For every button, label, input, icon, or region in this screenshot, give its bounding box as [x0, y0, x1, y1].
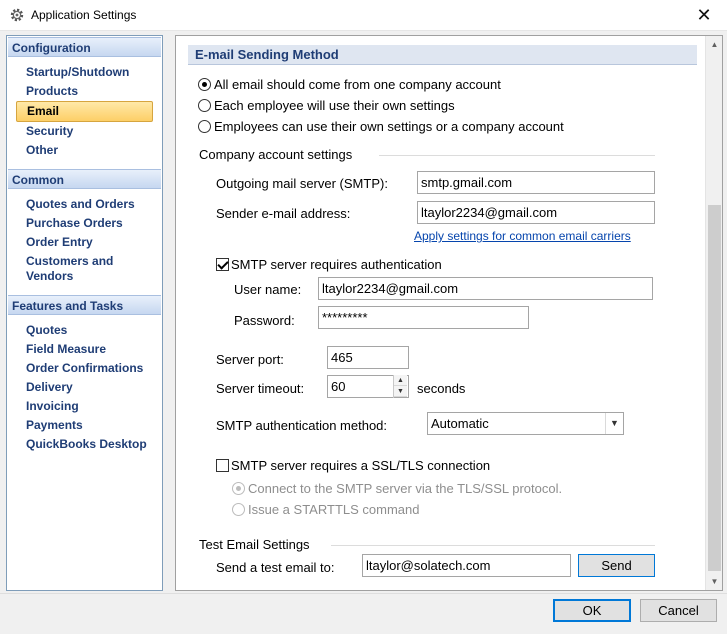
timeout-spinner[interactable]: ▲ ▼: [393, 375, 407, 398]
smtp-auth-checkbox-row[interactable]: SMTP server requires authentication: [216, 255, 442, 273]
sidebar-item-purchase-orders[interactable]: Purchase Orders: [16, 214, 153, 233]
sidebar-item-field-measure[interactable]: Field Measure: [16, 340, 153, 359]
sidebar-item-payments[interactable]: Payments: [16, 416, 153, 435]
sidebar-item-products[interactable]: Products: [16, 82, 153, 101]
send-button[interactable]: Send: [578, 554, 655, 577]
username-input[interactable]: ltaylor2234@gmail.com: [318, 277, 653, 300]
settings-window: Configuration Startup/Shutdown Products …: [0, 31, 727, 634]
sidebar-item-startup-shutdown[interactable]: Startup/Shutdown: [16, 63, 153, 82]
group-divider: [331, 545, 655, 546]
cancel-button[interactable]: Cancel: [640, 599, 717, 622]
sidebar-item-order-confirmations[interactable]: Order Confirmations: [16, 359, 153, 378]
footer-divider: [0, 593, 727, 594]
auth-method-label: SMTP authentication method:: [216, 418, 388, 433]
radio-button[interactable]: [198, 119, 211, 133]
sidebar-item-quickbooks-desktop[interactable]: QuickBooks Desktop: [16, 435, 153, 454]
spin-down-icon[interactable]: ▼: [394, 386, 407, 397]
sender-email-input[interactable]: ltaylor2234@gmail.com: [417, 201, 655, 224]
radio-tls-ssl-protocol[interactable]: Connect to the SMTP server via the TLS/S…: [232, 479, 562, 497]
sidebar-group-header-configuration[interactable]: Configuration: [8, 37, 161, 57]
email-settings-scroll-area: E-mail Sending Method All email should c…: [176, 36, 706, 590]
vertical-scrollbar[interactable]: ▲ ▼: [705, 36, 722, 590]
ssl-label: SMTP server requires a SSL/TLS connectio…: [231, 457, 491, 473]
sidebar-group-header-features-and-tasks[interactable]: Features and Tasks: [8, 295, 161, 315]
sidebar-item-order-entry[interactable]: Order Entry: [16, 233, 153, 252]
radio-label: Employees can use their own settings or …: [214, 118, 564, 134]
radio-label: Connect to the SMTP server via the TLS/S…: [248, 480, 563, 496]
section-title: E-mail Sending Method: [188, 45, 697, 65]
test-email-input[interactable]: ltaylor@solatech.com: [362, 554, 571, 577]
radio-button[interactable]: [232, 481, 245, 495]
ssl-checkbox-row[interactable]: SMTP server requires a SSL/TLS connectio…: [216, 456, 490, 474]
email-carriers-link[interactable]: Apply settings for common email carriers: [414, 229, 631, 243]
radio-button[interactable]: [198, 77, 211, 91]
group-divider: [379, 155, 655, 156]
chevron-down-icon[interactable]: ▼: [605, 413, 623, 434]
sidebar-group-common: Quotes and Orders Purchase Orders Order …: [7, 189, 162, 294]
window-title: Application Settings: [31, 8, 137, 22]
sidebar-group-configuration: Startup/Shutdown Products Email Security…: [7, 57, 162, 168]
sidebar-item-delivery[interactable]: Delivery: [16, 378, 153, 397]
radio-starttls[interactable]: Issue a STARTTLS command: [232, 500, 419, 518]
radio-own-settings[interactable]: Each employee will use their own setting…: [198, 96, 455, 114]
gear-icon: [10, 8, 24, 22]
radio-label: Each employee will use their own setting…: [214, 97, 455, 113]
auth-method-select[interactable]: Automatic ▼: [427, 412, 624, 435]
radio-own-or-company[interactable]: Employees can use their own settings or …: [198, 117, 564, 135]
timeout-units-label: seconds: [417, 381, 466, 396]
company-account-group-label: Company account settings: [199, 147, 353, 162]
test-email-group-label: Test Email Settings: [199, 537, 310, 552]
scroll-down-icon[interactable]: ▼: [706, 573, 722, 590]
sender-email-label: Sender e-mail address:: [216, 206, 351, 221]
server-port-input[interactable]: 465: [327, 346, 409, 369]
radio-label: All email should come from one company a…: [214, 76, 501, 92]
radio-label: Issue a STARTTLS command: [248, 501, 420, 517]
test-email-label: Send a test email to:: [216, 560, 335, 575]
auth-method-value: Automatic: [431, 416, 489, 431]
spin-up-icon[interactable]: ▲: [394, 375, 407, 386]
sidebar-item-security[interactable]: Security: [16, 122, 153, 141]
ok-button[interactable]: OK: [553, 599, 631, 622]
close-icon[interactable]: ✕: [681, 0, 727, 31]
server-timeout-label: Server timeout:: [216, 381, 305, 396]
radio-one-company-account[interactable]: All email should come from one company a…: [198, 75, 501, 93]
sidebar-item-other[interactable]: Other: [16, 141, 153, 160]
title-bar: Application Settings ✕: [0, 0, 727, 31]
sidebar-item-email[interactable]: Email: [16, 101, 153, 122]
username-label: User name:: [234, 282, 302, 297]
settings-sidebar: Configuration Startup/Shutdown Products …: [6, 35, 163, 591]
smtp-auth-checkbox[interactable]: [216, 257, 229, 271]
smtp-server-label: Outgoing mail server (SMTP):: [216, 176, 388, 191]
radio-button[interactable]: [232, 502, 245, 516]
sidebar-group-header-common[interactable]: Common: [8, 169, 161, 189]
scroll-thumb[interactable]: [708, 205, 721, 571]
ssl-checkbox[interactable]: [216, 458, 229, 472]
sidebar-group-features-and-tasks: Quotes Field Measure Order Confirmations…: [7, 315, 162, 462]
radio-button[interactable]: [198, 98, 211, 112]
sidebar-item-customers-and-vendors[interactable]: Customers and Vendors: [16, 252, 153, 286]
password-label: Password:: [234, 313, 295, 328]
password-input[interactable]: *********: [318, 306, 529, 329]
server-port-label: Server port:: [216, 352, 284, 367]
email-settings-panel: E-mail Sending Method All email should c…: [175, 35, 723, 591]
smtp-auth-label: SMTP server requires authentication: [231, 256, 442, 272]
sidebar-item-quotes-and-orders[interactable]: Quotes and Orders: [16, 195, 153, 214]
sidebar-item-invoicing[interactable]: Invoicing: [16, 397, 153, 416]
scroll-up-icon[interactable]: ▲: [706, 36, 722, 53]
smtp-server-input[interactable]: smtp.gmail.com: [417, 171, 655, 194]
sidebar-item-quotes[interactable]: Quotes: [16, 321, 153, 340]
